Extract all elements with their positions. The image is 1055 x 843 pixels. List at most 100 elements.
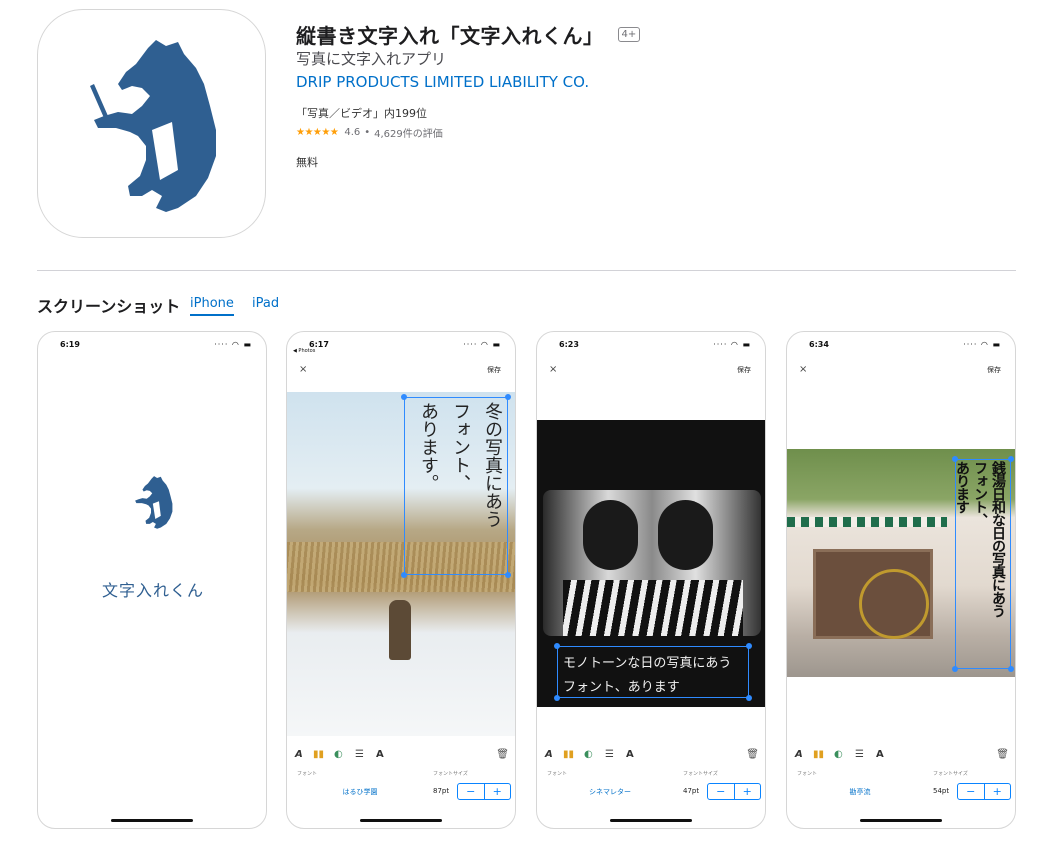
font-size-stepper[interactable]: − + (707, 783, 761, 800)
shadow-icon[interactable]: ◐ (584, 749, 593, 760)
bicycle-wheel (859, 569, 929, 639)
rating-value: 4.6 (344, 127, 361, 138)
resize-handle[interactable] (952, 666, 958, 672)
age-rating-badge: 4+ (617, 27, 641, 42)
rating-stars: ★★★★★ (296, 127, 339, 138)
vertical-text-line: 冬の写真にあう (482, 402, 503, 528)
resize-handle[interactable] (1008, 456, 1014, 462)
edit-toolbar: A ▮▮ ◐ ☰ A 🗑 (537, 749, 765, 765)
striped-awning (787, 517, 947, 527)
bathhouse-photo: 銭湯日和な日の写真にあう フォント、 あります (787, 449, 1015, 677)
decrease-size-button[interactable]: − (458, 784, 485, 799)
trash-icon[interactable]: 🗑 (996, 749, 1009, 760)
edit-toolbar: A ▮▮ ◐ ☰ A 🗑 (287, 749, 515, 765)
vertical-text-line: あります。 (418, 402, 439, 492)
price: 無料 (296, 156, 318, 169)
color-palette-icon[interactable]: ▮▮ (563, 749, 574, 760)
color-palette-icon[interactable]: ▮▮ (313, 749, 324, 760)
status-icons: ···· ◠ ▬ (963, 340, 1001, 349)
font-size-stepper[interactable]: − + (457, 783, 511, 800)
font-size-stepper[interactable]: − + (957, 783, 1011, 800)
outline-icon[interactable]: A (626, 749, 634, 760)
line-spacing-icon[interactable]: ☰ (855, 749, 864, 760)
increase-size-button[interactable]: + (735, 784, 761, 799)
property-labels: フォント フォントサイズ (787, 770, 1015, 780)
close-icon[interactable]: × (549, 364, 557, 375)
vertical-text-line: フォント、 (450, 402, 471, 492)
font-icon[interactable]: A (795, 749, 803, 760)
resize-handle[interactable] (746, 643, 752, 649)
resize-handle[interactable] (1008, 666, 1014, 672)
bear-icon (135, 476, 173, 529)
resize-handle[interactable] (401, 394, 407, 400)
outline-icon[interactable]: A (376, 749, 384, 760)
font-name-selector[interactable]: シネマレター (575, 787, 645, 797)
developer-link[interactable]: DRIP PRODUCTS LIMITED LIABILITY CO. (296, 73, 589, 91)
shadow-icon[interactable]: ◐ (834, 749, 843, 760)
back-to-photos-link[interactable]: ◀ Photos (293, 348, 315, 354)
screenshots-heading: スクリーンショット (37, 297, 181, 316)
save-button[interactable]: 保存 (987, 365, 1001, 375)
font-label: フォント (297, 771, 318, 777)
tablet-screen (543, 490, 761, 636)
status-time: 6:19 (60, 340, 80, 349)
splash-app-name: 文字入れくん (101, 581, 204, 600)
font-icon[interactable]: A (545, 749, 553, 760)
shadow-icon[interactable]: ◐ (334, 749, 343, 760)
save-button[interactable]: 保存 (737, 365, 751, 375)
tab-iphone[interactable]: iPhone (190, 296, 234, 316)
rating-count: 4,629件の評価 (374, 129, 443, 140)
resize-handle[interactable] (554, 695, 560, 701)
font-name-selector[interactable]: はるひ学園 (325, 787, 395, 797)
font-size-label: フォントサイズ (433, 771, 468, 777)
divider (37, 270, 1016, 271)
outline-icon[interactable]: A (876, 749, 884, 760)
resize-handle[interactable] (505, 394, 511, 400)
resize-handle[interactable] (746, 695, 752, 701)
trash-icon[interactable]: 🗑 (496, 749, 509, 760)
screenshot-1[interactable]: 6:19 ···· ◠ ▬ 文字入れくん (37, 331, 267, 829)
vertical-text-line: フォント、 (972, 461, 988, 526)
increase-size-button[interactable]: + (985, 784, 1011, 799)
resize-handle[interactable] (401, 572, 407, 578)
bear-icon (90, 40, 216, 212)
decrease-size-button[interactable]: − (958, 784, 985, 799)
resize-handle[interactable] (505, 572, 511, 578)
resize-handle[interactable] (554, 643, 560, 649)
app-title: 縦書き文字入れ「文字入れくん」 (296, 24, 604, 48)
close-icon[interactable]: × (799, 364, 807, 375)
font-name-selector[interactable]: 勘亭流 (825, 787, 895, 797)
line-spacing-icon[interactable]: ☰ (355, 749, 364, 760)
close-icon[interactable]: × (299, 364, 307, 375)
color-palette-icon[interactable]: ▮▮ (813, 749, 824, 760)
category-rank: 「写真／ビデオ」内199位 (296, 107, 427, 120)
home-indicator (860, 819, 942, 822)
font-size-value: 87pt (433, 787, 450, 795)
font-size-value: 47pt (683, 787, 700, 795)
striped-shirts (563, 580, 743, 636)
font-size-value: 54pt (933, 787, 950, 795)
save-button[interactable]: 保存 (487, 365, 501, 375)
property-labels: フォント フォントサイズ (537, 770, 765, 780)
trash-icon[interactable]: 🗑 (746, 749, 759, 760)
status-icons: ···· ◠ ▬ (713, 340, 751, 349)
person-figure (389, 600, 411, 660)
property-labels: フォント フォントサイズ (287, 770, 515, 780)
vertical-text-line: 銭湯日和な日の写真にあう (990, 461, 1006, 617)
app-subtitle: 写真に文字入れアプリ (296, 50, 447, 68)
decrease-size-button[interactable]: − (708, 784, 735, 799)
increase-size-button[interactable]: + (485, 784, 511, 799)
tab-ipad[interactable]: iPad (252, 296, 279, 311)
monochrome-photo: モノトーンな日の写真にあう フォント、あります (537, 420, 765, 707)
status-time: 6:34 (809, 340, 829, 349)
home-indicator (610, 819, 692, 822)
line-spacing-icon[interactable]: ☰ (605, 749, 614, 760)
screenshot-2[interactable]: 6:17 ◀ Photos ···· ◠ ▬ × 保存 冬の写真にあう フォント… (286, 331, 516, 829)
screenshot-4[interactable]: 6:34 ···· ◠ ▬ × 保存 銭湯日和な日の写真にあう フォント、 あり… (786, 331, 1016, 829)
person-hair (583, 500, 638, 570)
screenshot-3[interactable]: 6:23 ···· ◠ ▬ × 保存 モノトーンな日の写真にあう フォント、あり… (536, 331, 766, 829)
font-size-label: フォントサイズ (683, 771, 718, 777)
font-size-label: フォントサイズ (933, 771, 968, 777)
vertical-text-line: あります (954, 461, 970, 513)
font-icon[interactable]: A (295, 749, 303, 760)
